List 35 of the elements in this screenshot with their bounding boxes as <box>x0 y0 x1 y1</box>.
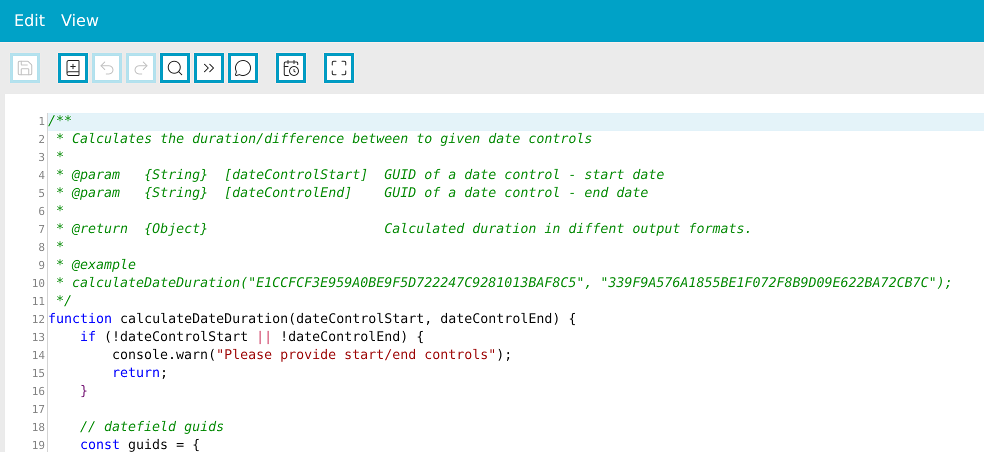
line-number: 7 <box>37 222 46 238</box>
toolbar-button[interactable] <box>276 53 306 83</box>
toolbar-button[interactable] <box>228 53 258 83</box>
undo-icon <box>98 59 116 77</box>
line-number: 6 <box>37 204 46 220</box>
line-number: 17 <box>30 402 46 418</box>
line-number: 1 <box>37 114 46 130</box>
menu-item[interactable]: Edit <box>6 3 53 39</box>
toolbar-button[interactable] <box>160 53 190 83</box>
line-number: 13 <box>30 330 46 346</box>
expand-icon <box>330 59 348 77</box>
speech-bubble-icon <box>234 59 252 77</box>
toolbar-button[interactable] <box>58 53 88 83</box>
menu-item[interactable]: View <box>52 3 107 39</box>
calendar-clock-icon <box>282 59 300 77</box>
line-number: 8 <box>37 240 46 256</box>
line-number: 16 <box>30 384 46 400</box>
line-number: 14 <box>30 348 46 364</box>
line-number: 19 <box>30 438 46 452</box>
line-number: 5 <box>37 186 46 202</box>
book-plus-icon <box>64 59 82 77</box>
line-number: 9 <box>37 258 46 274</box>
line-number: 4 <box>37 168 46 184</box>
line-number: 12 <box>30 312 46 328</box>
toolbar-button[interactable] <box>324 53 354 83</box>
line-number: 15 <box>30 366 46 382</box>
line-number: 11 <box>30 294 46 310</box>
line-number: 3 <box>37 150 46 166</box>
save-icon <box>16 59 34 77</box>
line-number: 18 <box>30 420 46 436</box>
search-icon <box>166 59 184 77</box>
line-number: 10 <box>30 276 46 292</box>
redo-icon <box>132 59 150 77</box>
line-number: 2 <box>37 132 46 148</box>
toolbar-button[interactable] <box>194 53 224 83</box>
